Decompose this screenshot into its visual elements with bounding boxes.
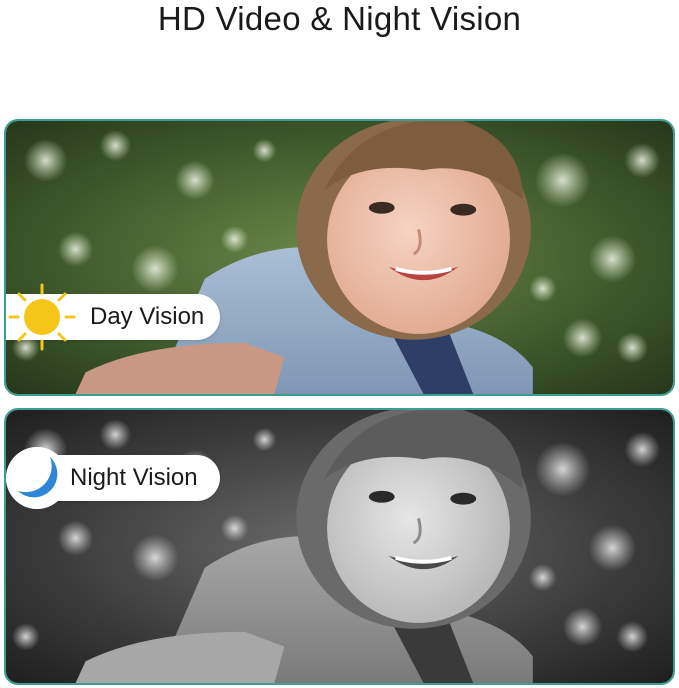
day-vision-label: Day Vision xyxy=(90,303,205,330)
moon-icon xyxy=(6,447,68,509)
sun-icon xyxy=(6,279,80,355)
day-photo xyxy=(6,121,673,394)
night-vision-panel: Night Vision xyxy=(4,408,675,685)
night-photo xyxy=(6,410,673,683)
night-vision-label: Night Vision xyxy=(70,464,198,491)
page-title: HD Video & Night Vision xyxy=(157,0,522,37)
day-vision-panel: Day Vision xyxy=(4,119,675,396)
day-vision-badge: Day Vision xyxy=(6,283,220,351)
night-vision-badge: Night Vision xyxy=(6,447,220,509)
